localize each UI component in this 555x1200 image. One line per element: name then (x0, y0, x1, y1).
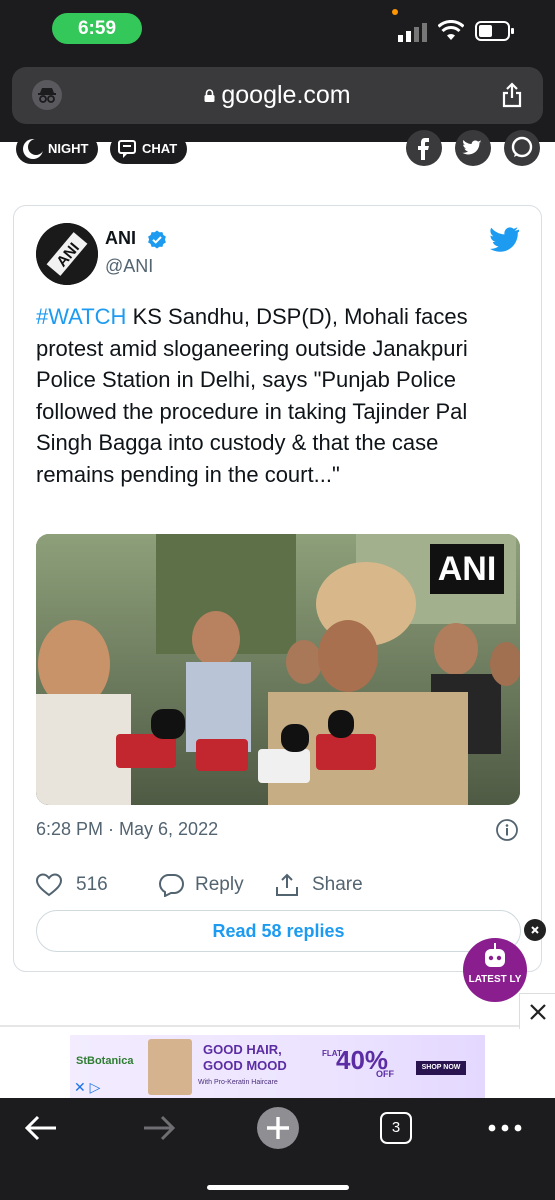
night-label: NIGHT (48, 141, 89, 156)
lock-icon (204, 89, 215, 102)
ad-headline: GOOD HAIR, GOOD MOOD (203, 1042, 287, 1074)
hashtag-link[interactable]: #WATCH (36, 304, 126, 329)
reply-button[interactable]: Reply (158, 870, 258, 900)
author-avatar[interactable]: ANI (36, 223, 98, 285)
site-header-strip: NIGHT CHAT (0, 130, 555, 172)
share-upload-icon (276, 873, 298, 896)
tweet-timestamp[interactable]: 6:28 PM · May 6, 2022 (36, 819, 218, 840)
privacy-indicator-dot (392, 9, 398, 15)
share-label: Share (312, 874, 363, 895)
ad-model-photo (148, 1039, 192, 1095)
home-indicator[interactable] (207, 1185, 349, 1190)
verified-badge-icon (148, 230, 166, 249)
url-domain: google.com (221, 81, 351, 109)
adchoices-icon[interactable]: ✕ ▷ (74, 1079, 100, 1096)
back-arrow-icon[interactable] (22, 1112, 62, 1144)
more-menu-icon[interactable] (485, 1112, 525, 1144)
chat-icon (118, 140, 136, 158)
robot-chat-icon (485, 943, 505, 967)
tab-switcher-button[interactable]: 3 (380, 1112, 412, 1144)
info-icon[interactable] (495, 818, 519, 842)
banner-ad[interactable]: StBotanica GOOD HAIR, GOOD MOOD With Pro… (70, 1035, 485, 1098)
latestly-badge[interactable]: LATEST LY (463, 938, 527, 1002)
cellular-signal-icon (398, 23, 427, 42)
url-text[interactable]: google.com (12, 67, 543, 124)
browser-bottom-toolbar: 3 (0, 1098, 555, 1200)
ad-off-label: OFF (376, 1069, 394, 1079)
close-icon (530, 1004, 546, 1020)
media-watermark: ANI (430, 544, 504, 594)
tweet-body: KS Sandhu, DSP(D), Mohali faces protest … (36, 304, 468, 487)
author-name[interactable]: ANI (105, 228, 136, 249)
address-bar[interactable]: google.com (12, 67, 543, 124)
share-icon[interactable] (501, 82, 523, 108)
ad-shop-now-button[interactable]: SHOP NOW (416, 1061, 466, 1075)
tweet-actions: 516 Reply Share (36, 870, 516, 900)
ad-divider (0, 1025, 555, 1027)
chat-button[interactable]: CHAT (110, 134, 188, 164)
close-icon (531, 926, 539, 934)
read-replies-button[interactable]: Read 58 replies (36, 910, 521, 952)
new-tab-plus-icon[interactable] (256, 1106, 300, 1150)
battery-icon (475, 21, 514, 41)
like-button[interactable]: 516 (36, 870, 126, 900)
wifi-icon (438, 20, 464, 40)
share-tweet-button[interactable]: Share (274, 870, 384, 900)
tweet-media-image[interactable]: ANI (36, 534, 520, 805)
moon-icon (23, 139, 44, 159)
latestly-label: LATEST LY (468, 974, 522, 985)
browser-screen: 6:59 google.com NIGHT CHAT ANI ANI @ANI … (0, 0, 555, 1200)
browser-top-bar: 6:59 google.com (0, 0, 555, 142)
night-mode-button[interactable]: NIGHT (16, 134, 99, 164)
ad-headline-line-2: GOOD MOOD (203, 1058, 287, 1073)
tweet-text: #WATCH KS Sandhu, DSP(D), Mohali faces p… (36, 301, 516, 490)
twitter-share-icon[interactable] (455, 130, 491, 166)
ad-headline-line-1: GOOD HAIR, (203, 1042, 282, 1057)
heart-icon (36, 873, 62, 897)
ad-brand: StBotanica (76, 1055, 134, 1067)
twitter-bird-icon[interactable] (487, 226, 519, 254)
embedded-tweet[interactable]: ANI ANI @ANI #WATCH KS Sandhu, DSP(D), M… (13, 205, 542, 972)
forward-arrow-icon[interactable] (138, 1112, 178, 1144)
reply-bubble-icon (159, 874, 184, 897)
status-time: 6:59 (52, 13, 142, 44)
reply-label: Reply (195, 874, 244, 895)
dismiss-badge-button[interactable] (524, 919, 546, 941)
author-handle[interactable]: @ANI (105, 256, 153, 277)
ad-close-button[interactable] (519, 993, 555, 1029)
like-count: 516 (76, 874, 108, 895)
incognito-icon[interactable] (32, 80, 62, 110)
facebook-icon[interactable] (406, 130, 442, 166)
chat-label: CHAT (142, 141, 178, 156)
ad-subline: With Pro-Keratin Haircare (198, 1079, 278, 1086)
whatsapp-icon[interactable] (504, 130, 540, 166)
